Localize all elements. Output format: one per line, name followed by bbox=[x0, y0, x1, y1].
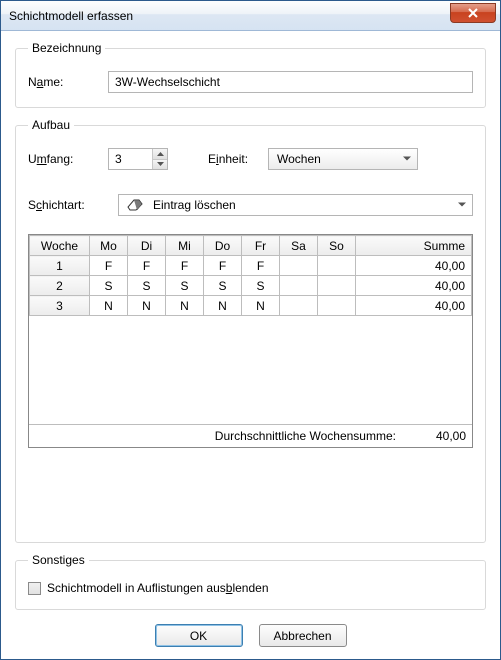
group-bezeichnung: Bezeichnung Name: bbox=[15, 41, 486, 108]
group-aufbau: Aufbau Umfang: Einheit: Wochen Schich bbox=[15, 118, 486, 543]
schichtart-label: Schichtart: bbox=[28, 198, 118, 212]
close-button[interactable] bbox=[450, 3, 496, 23]
avg-label: Durchschnittliche Wochensumme: bbox=[215, 429, 396, 443]
titlebar: Schichtmodell erfassen bbox=[1, 1, 500, 31]
umfang-label: Umfang: bbox=[28, 152, 108, 166]
col-do: Do bbox=[204, 236, 242, 256]
cell-di[interactable]: F bbox=[128, 256, 166, 276]
legend-aufbau: Aufbau bbox=[28, 118, 74, 132]
cell-so[interactable] bbox=[318, 296, 356, 316]
schichtart-select[interactable]: Eintrag löschen bbox=[118, 194, 473, 216]
content-area: Bezeichnung Name: Aufbau Umfang: Einheit… bbox=[1, 31, 500, 659]
hide-checkbox[interactable] bbox=[28, 582, 41, 595]
cell-summe[interactable]: 40,00 bbox=[356, 256, 472, 276]
table-header-row: Woche Mo Di Mi Do Fr Sa So Summe bbox=[30, 236, 472, 256]
group-sonstiges: Sonstiges Schichtmodell in Auflistungen … bbox=[15, 553, 486, 610]
table-row[interactable]: 1FFFFF40,00 bbox=[30, 256, 472, 276]
col-mo: Mo bbox=[90, 236, 128, 256]
col-so: So bbox=[318, 236, 356, 256]
cell-di[interactable]: S bbox=[128, 276, 166, 296]
dialog-window: Schichtmodell erfassen Bezeichnung Name:… bbox=[0, 0, 501, 660]
einheit-value: Wochen bbox=[277, 152, 321, 166]
cell-do[interactable]: S bbox=[204, 276, 242, 296]
eraser-icon bbox=[127, 199, 145, 211]
col-woche: Woche bbox=[30, 236, 90, 256]
col-di: Di bbox=[128, 236, 166, 256]
cell-mi[interactable]: F bbox=[166, 256, 204, 276]
legend-sonstiges: Sonstiges bbox=[28, 553, 89, 567]
cell-fr[interactable]: N bbox=[242, 296, 280, 316]
average-row: Durchschnittliche Wochensumme: 40,00 bbox=[29, 424, 472, 447]
col-fr: Fr bbox=[242, 236, 280, 256]
cell-mi[interactable]: N bbox=[166, 296, 204, 316]
cell-mi[interactable]: S bbox=[166, 276, 204, 296]
table-row[interactable]: 2SSSSS40,00 bbox=[30, 276, 472, 296]
name-label: Name: bbox=[28, 75, 108, 89]
col-sa: Sa bbox=[280, 236, 318, 256]
cell-summe[interactable]: 40,00 bbox=[356, 296, 472, 316]
col-summe: Summe bbox=[356, 236, 472, 256]
cell-woche[interactable]: 2 bbox=[30, 276, 90, 296]
cancel-button[interactable]: Abbrechen bbox=[259, 624, 347, 647]
schichtart-value: Eintrag löschen bbox=[153, 198, 236, 212]
cell-sa[interactable] bbox=[280, 256, 318, 276]
button-bar: OK Abbrechen bbox=[15, 620, 486, 647]
schedule-table[interactable]: Woche Mo Di Mi Do Fr Sa So Summe bbox=[29, 235, 472, 316]
cell-summe[interactable]: 40,00 bbox=[356, 276, 472, 296]
ok-button[interactable]: OK bbox=[155, 624, 243, 647]
name-input[interactable] bbox=[108, 71, 473, 93]
cell-mo[interactable]: S bbox=[90, 276, 128, 296]
cell-woche[interactable]: 1 bbox=[30, 256, 90, 276]
umfang-spin-down[interactable] bbox=[152, 160, 167, 170]
einheit-select[interactable]: Wochen bbox=[268, 148, 418, 170]
cell-fr[interactable]: F bbox=[242, 256, 280, 276]
cell-mo[interactable]: F bbox=[90, 256, 128, 276]
umfang-spinner[interactable] bbox=[108, 148, 168, 170]
schedule-table-container: Woche Mo Di Mi Do Fr Sa So Summe bbox=[28, 234, 473, 448]
cell-fr[interactable]: S bbox=[242, 276, 280, 296]
col-mi: Mi bbox=[166, 236, 204, 256]
umfang-spin-up[interactable] bbox=[152, 149, 167, 160]
window-title: Schichtmodell erfassen bbox=[9, 9, 450, 23]
cell-di[interactable]: N bbox=[128, 296, 166, 316]
cell-so[interactable] bbox=[318, 276, 356, 296]
cell-sa[interactable] bbox=[280, 296, 318, 316]
table-row[interactable]: 3NNNNN40,00 bbox=[30, 296, 472, 316]
cell-so[interactable] bbox=[318, 256, 356, 276]
legend-bezeichnung: Bezeichnung bbox=[28, 41, 105, 55]
cell-do[interactable]: N bbox=[204, 296, 242, 316]
einheit-label: Einheit: bbox=[208, 152, 268, 166]
hide-label: Schichtmodell in Auflistungen ausblenden bbox=[47, 581, 269, 595]
chevron-down-icon bbox=[403, 157, 411, 162]
cell-mo[interactable]: N bbox=[90, 296, 128, 316]
cell-woche[interactable]: 3 bbox=[30, 296, 90, 316]
avg-value: 40,00 bbox=[436, 429, 466, 443]
close-icon bbox=[467, 8, 479, 18]
cell-do[interactable]: F bbox=[204, 256, 242, 276]
cell-sa[interactable] bbox=[280, 276, 318, 296]
chevron-down-icon bbox=[458, 203, 466, 208]
